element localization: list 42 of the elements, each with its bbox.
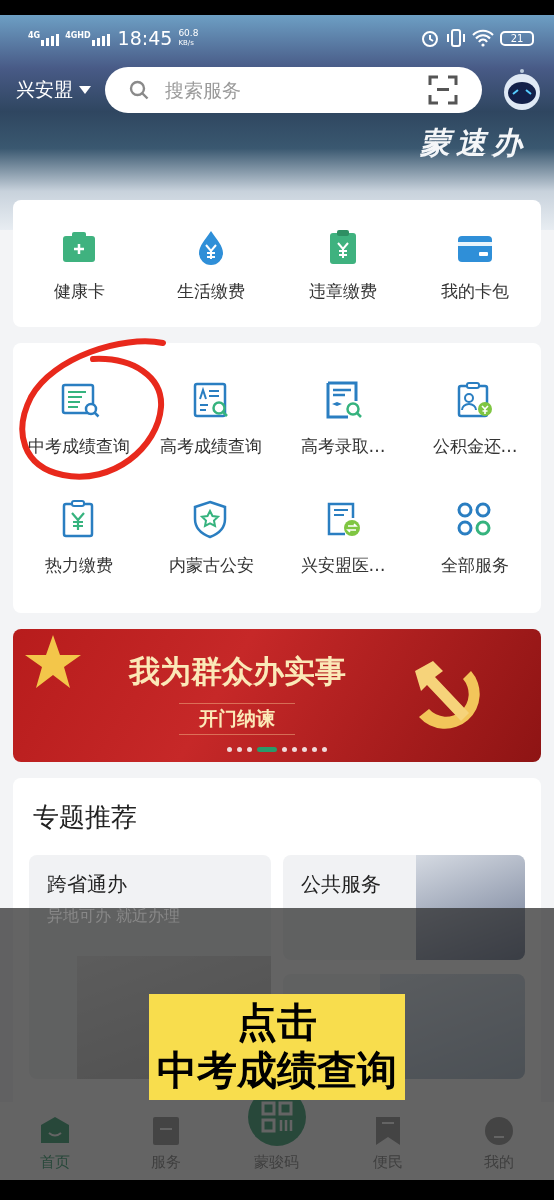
region-selector[interactable]: 兴安盟 bbox=[16, 77, 91, 103]
carousel-dot[interactable] bbox=[292, 747, 297, 752]
service-item[interactable]: 我的卡包 bbox=[409, 228, 541, 303]
scan-icon bbox=[428, 75, 458, 105]
section-title: 专题推荐 bbox=[33, 801, 138, 834]
battery-icon: 21 bbox=[500, 30, 534, 46]
carousel-dot[interactable] bbox=[247, 747, 252, 752]
carousel-dot[interactable] bbox=[302, 747, 307, 752]
search-icon bbox=[129, 80, 149, 100]
search-bar[interactable]: 搜索服务 bbox=[105, 67, 482, 113]
service-item[interactable]: 全部服务 bbox=[409, 498, 541, 577]
logo-text: 蒙速办 bbox=[420, 124, 528, 162]
service-item[interactable]: 中考成绩查询 bbox=[13, 379, 145, 458]
search-input[interactable]: 搜索服务 bbox=[163, 78, 414, 102]
carousel-dot[interactable] bbox=[312, 747, 317, 752]
service-item[interactable]: 健康卡 bbox=[13, 228, 145, 303]
service-item[interactable]: 公积金还… bbox=[409, 379, 541, 458]
service-item[interactable]: 热力缴费 bbox=[13, 498, 145, 577]
network-label: 4G bbox=[28, 30, 41, 40]
topic-title: 公共服务 bbox=[301, 871, 382, 898]
carousel-dot[interactable] bbox=[227, 747, 232, 752]
service-item[interactable]: 违章缴费 bbox=[277, 228, 409, 303]
service-item[interactable]: 内蒙古公安 bbox=[145, 498, 277, 577]
network-label: 4GHD bbox=[65, 30, 91, 40]
banner-title: 我为群众办实事 bbox=[128, 652, 346, 691]
banner[interactable]: 我为群众办实事 开门纳谏 bbox=[13, 629, 541, 762]
carousel-dot[interactable] bbox=[322, 747, 327, 752]
clock-time: 18:45 bbox=[117, 27, 173, 49]
service-item[interactable]: 兴安盟医… bbox=[277, 498, 409, 577]
network-speed: 60.8 bbox=[178, 28, 199, 38]
caret-icon bbox=[79, 86, 91, 94]
service-item[interactable]: 生活缴费 bbox=[145, 228, 277, 303]
alarm-icon bbox=[420, 28, 440, 48]
wifi-icon bbox=[472, 29, 494, 47]
service-item[interactable]: 高考成绩查询 bbox=[145, 379, 277, 458]
banner-subtitle: 开门纳谏 bbox=[179, 703, 295, 735]
vibrate-icon bbox=[446, 28, 466, 48]
carousel-dot[interactable] bbox=[282, 747, 287, 752]
service-item[interactable]: 高考录取… bbox=[277, 379, 409, 458]
topic-title: 跨省通办 bbox=[47, 871, 128, 898]
video-caption: 点击 中考成绩查询 bbox=[149, 994, 405, 1100]
carousel-dot[interactable] bbox=[237, 747, 242, 752]
